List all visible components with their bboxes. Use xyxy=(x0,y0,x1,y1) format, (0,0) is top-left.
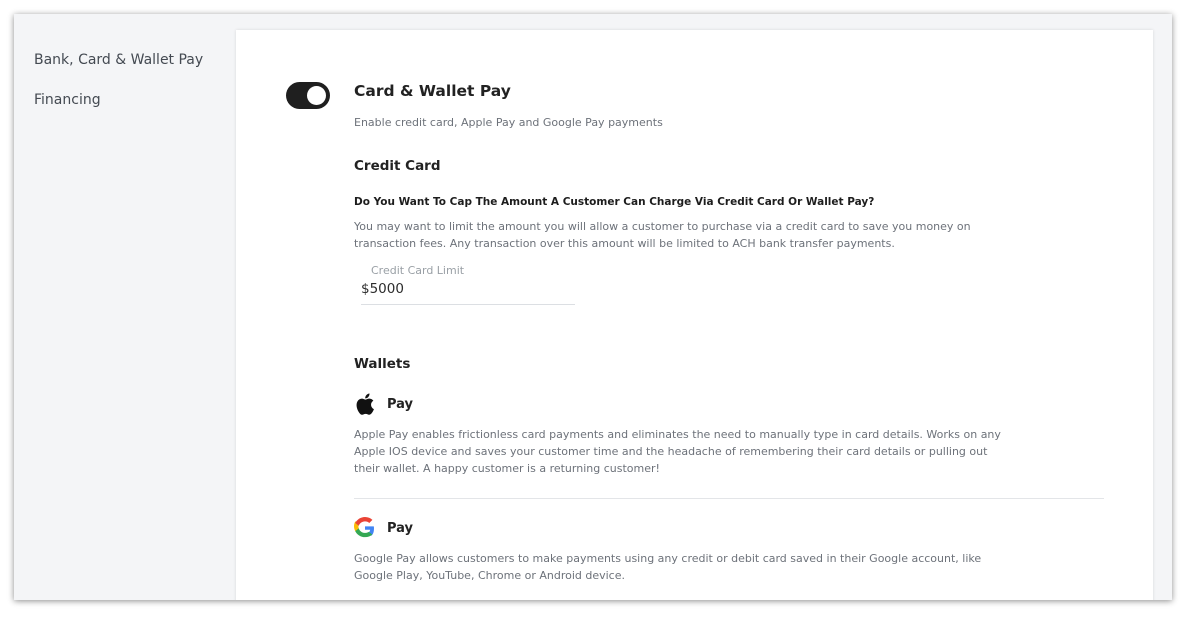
app-window: Bank, Card & Wallet Pay Financing Card &… xyxy=(14,14,1172,600)
credit-card-heading: Credit Card xyxy=(354,158,441,174)
sidebar-item-financing[interactable]: Financing xyxy=(34,92,101,108)
settings-panel: Card & Wallet Pay Enable credit card, Ap… xyxy=(236,30,1153,600)
credit-cap-description: You may want to limit the amount you wil… xyxy=(354,220,971,250)
google-logo-icon xyxy=(354,517,374,538)
card-wallet-pay-toggle[interactable] xyxy=(286,82,330,109)
card-wallet-pay-title: Card & Wallet Pay xyxy=(354,82,511,100)
wallet-divider xyxy=(354,498,1104,499)
credit-card-limit-field: Credit Card Limit xyxy=(361,262,575,305)
apple-logo-icon xyxy=(356,393,374,415)
apple-pay-label: Pay xyxy=(387,397,414,412)
card-wallet-pay-subtitle: Enable credit card, Apple Pay and Google… xyxy=(354,116,663,129)
credit-card-limit-label: Credit Card Limit xyxy=(371,264,465,277)
toggle-knob xyxy=(307,86,326,105)
google-pay-description: Google Pay allows customers to make paym… xyxy=(354,552,982,582)
sidebar: Bank, Card & Wallet Pay Financing xyxy=(14,14,236,600)
credit-card-limit-input[interactable] xyxy=(361,281,561,297)
sidebar-item-bank-card-wallet-pay[interactable]: Bank, Card & Wallet Pay xyxy=(34,52,203,68)
wallets-heading: Wallets xyxy=(354,356,411,372)
credit-cap-question: Do You Want To Cap The Amount A Customer… xyxy=(354,196,875,208)
apple-pay-description: Apple Pay enables frictionless card paym… xyxy=(354,428,1001,475)
google-pay-label: Pay xyxy=(387,521,414,536)
